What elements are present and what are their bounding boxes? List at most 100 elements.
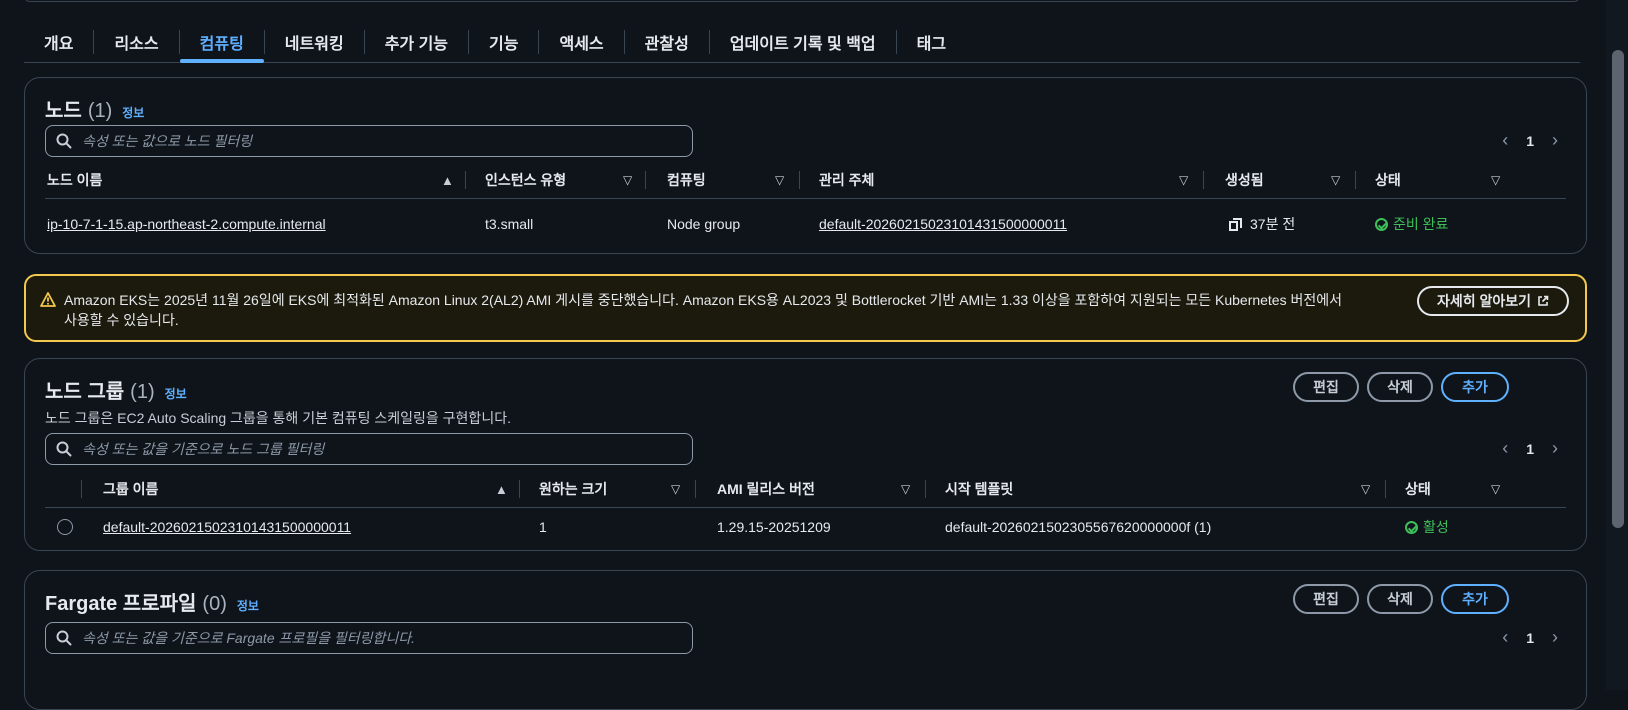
nodes-info-link[interactable]: 정보	[122, 104, 144, 121]
edit-button[interactable]: 편집	[1293, 584, 1359, 614]
chevron-right-icon[interactable]: ›	[1552, 130, 1558, 151]
node-group-status-text: 활성	[1423, 519, 1449, 535]
tab-update-history[interactable]: 업데이트 기록 및 백업	[710, 22, 896, 62]
learn-more-button[interactable]: 자세히 알아보기	[1417, 286, 1569, 316]
tab-observability[interactable]: 관찰성	[625, 22, 709, 62]
col-instance-type[interactable]: 인스턴스 유형	[485, 162, 566, 198]
node-groups-search-input[interactable]	[80, 440, 664, 458]
fargate-info-link[interactable]: 정보	[237, 597, 259, 614]
col-compute[interactable]: 컴퓨팅	[667, 162, 706, 198]
page-scrollbar[interactable]	[1606, 0, 1628, 690]
managed-by-link[interactable]: default-20260215023101431500000011	[819, 206, 1067, 242]
node-name-link[interactable]: ip-10-7-1-15.ap-northeast-2.compute.inte…	[47, 206, 326, 242]
sort-ascending-icon[interactable]: ▲	[441, 162, 454, 198]
nodes-table-header: 노드 이름 ▲ 인스턴스 유형 ▽ 컴퓨팅 ▽ 관리 주체 ▽ 생성됨 ▽ 상태…	[45, 162, 1566, 199]
add-button[interactable]: 추가	[1441, 584, 1509, 614]
tab-networking[interactable]: 네트워킹	[265, 22, 364, 62]
nodes-search-input[interactable]	[80, 132, 664, 150]
chevron-right-icon[interactable]: ›	[1552, 627, 1558, 648]
node-groups-info-link[interactable]: 정보	[165, 385, 187, 402]
tab-access[interactable]: 액세스	[539, 22, 623, 62]
tab-overview[interactable]: 개요	[24, 22, 93, 62]
sort-icon[interactable]: ▽	[1179, 162, 1188, 198]
external-link-icon	[1538, 295, 1549, 306]
sort-icon[interactable]: ▽	[1361, 471, 1370, 507]
tab-tags[interactable]: 태그	[897, 22, 966, 62]
col-ami-version[interactable]: AMI 릴리스 버전	[717, 471, 815, 507]
chevron-left-icon[interactable]: ‹	[1502, 627, 1508, 648]
column-divider	[1355, 171, 1356, 189]
chevron-left-icon[interactable]: ‹	[1502, 438, 1508, 459]
fargate-title: Fargate 프로파일 (0) 정보	[45, 587, 259, 616]
created-text: 37분 전	[1250, 216, 1296, 232]
nodes-search	[45, 125, 693, 157]
sort-icon[interactable]: ▽	[1491, 162, 1500, 198]
column-divider	[81, 480, 82, 498]
col-desired-size[interactable]: 원하는 크기	[539, 471, 607, 507]
search-icon	[56, 630, 72, 646]
warning-icon	[40, 292, 56, 307]
col-group-name[interactable]: 그룹 이름	[103, 471, 158, 507]
column-divider	[925, 480, 926, 498]
chevron-right-icon[interactable]: ›	[1552, 438, 1558, 459]
sort-icon[interactable]: ▽	[671, 471, 680, 507]
previous-panel-edge	[24, 0, 1580, 2]
nodes-count: (1)	[87, 100, 113, 122]
tab-addons[interactable]: 추가 기능	[365, 22, 468, 62]
col-created[interactable]: 생성됨	[1225, 162, 1264, 198]
delete-button[interactable]: 삭제	[1367, 584, 1433, 614]
node-status: 준비 완료	[1375, 206, 1448, 242]
fargate-pagination: ‹ 1 ›	[1502, 627, 1558, 648]
sort-icon[interactable]: ▽	[1331, 162, 1340, 198]
node-groups-panel: 노드 그룹 (1) 정보 노드 그룹은 EC2 Auto Scaling 그룹을…	[24, 358, 1587, 551]
fargate-count: (0)	[202, 593, 227, 615]
node-groups-table-header: 그룹 이름 ▲ 원하는 크기 ▽ AMI 릴리스 버전 ▽ 시작 템플릿 ▽ 상…	[45, 471, 1566, 508]
sort-ascending-icon[interactable]: ▲	[495, 471, 508, 507]
col-launch-template[interactable]: 시작 템플릿	[945, 471, 1013, 507]
search-icon	[56, 133, 72, 149]
sort-icon[interactable]: ▽	[623, 162, 632, 198]
col-managed-by[interactable]: 관리 주체	[819, 162, 874, 198]
tab-resources[interactable]: 리소스	[94, 22, 178, 62]
copy-icon[interactable]	[1229, 217, 1242, 231]
col-node-name[interactable]: 노드 이름	[47, 162, 102, 198]
tab-compute[interactable]: 컴퓨팅	[179, 22, 264, 63]
node-groups-page-number[interactable]: 1	[1526, 441, 1534, 457]
column-divider	[695, 480, 696, 498]
nodes-panel: 노드 (1) 정보 ‹ 1 › 노드 이름 ▲ 인스턴스 유형 ▽ 컴퓨팅 ▽ …	[24, 77, 1587, 254]
nodes-title: 노드 (1) 정보	[45, 94, 144, 123]
column-divider	[1385, 480, 1386, 498]
node-groups-pagination: ‹ 1 ›	[1502, 438, 1558, 459]
node-status-text: 준비 완료	[1393, 216, 1449, 232]
sort-icon[interactable]: ▽	[775, 162, 784, 198]
created-value: 37분 전	[1229, 206, 1295, 242]
fargate-page-number[interactable]: 1	[1526, 630, 1534, 646]
node-group-name-link[interactable]: default-20260215023101431500000011	[103, 509, 351, 545]
edit-button[interactable]: 편집	[1293, 372, 1359, 402]
col-status[interactable]: 상태	[1405, 471, 1431, 507]
deprecation-alert: Amazon EKS는 2025년 11월 26일에 EKS에 최적화된 Ama…	[24, 274, 1587, 342]
chevron-left-icon[interactable]: ‹	[1502, 130, 1508, 151]
tab-capabilities[interactable]: 기능	[469, 22, 538, 62]
row-select-radio[interactable]	[57, 519, 73, 535]
node-group-status: 활성	[1405, 509, 1449, 545]
scrollbar-thumb[interactable]	[1612, 50, 1624, 528]
nodes-page-number[interactable]: 1	[1526, 133, 1534, 149]
ami-version-value: 1.29.15-20251209	[717, 519, 831, 535]
sort-icon[interactable]: ▽	[901, 471, 910, 507]
fargate-panel: Fargate 프로파일 (0) 정보 편집 삭제 추가 ‹ 1 ›	[24, 570, 1587, 710]
col-status[interactable]: 상태	[1375, 162, 1401, 198]
check-circle-icon	[1375, 217, 1388, 231]
tab-bar: 개요 리소스 컴퓨팅 네트워킹 추가 기능 기능 액세스 관찰성 업데이트 기록…	[24, 22, 1580, 63]
node-groups-title: 노드 그룹 (1) 정보	[45, 375, 187, 404]
node-groups-count: (1)	[130, 381, 155, 403]
sort-icon[interactable]: ▽	[1491, 471, 1500, 507]
fargate-search-input[interactable]	[80, 629, 664, 647]
add-button[interactable]: 추가	[1441, 372, 1509, 402]
column-divider	[465, 171, 466, 189]
search-icon	[56, 441, 72, 457]
column-divider	[645, 171, 646, 189]
node-groups-title-text: 노드 그룹	[45, 381, 125, 403]
delete-button[interactable]: 삭제	[1367, 372, 1433, 402]
nodes-title-text: 노드	[45, 100, 82, 122]
